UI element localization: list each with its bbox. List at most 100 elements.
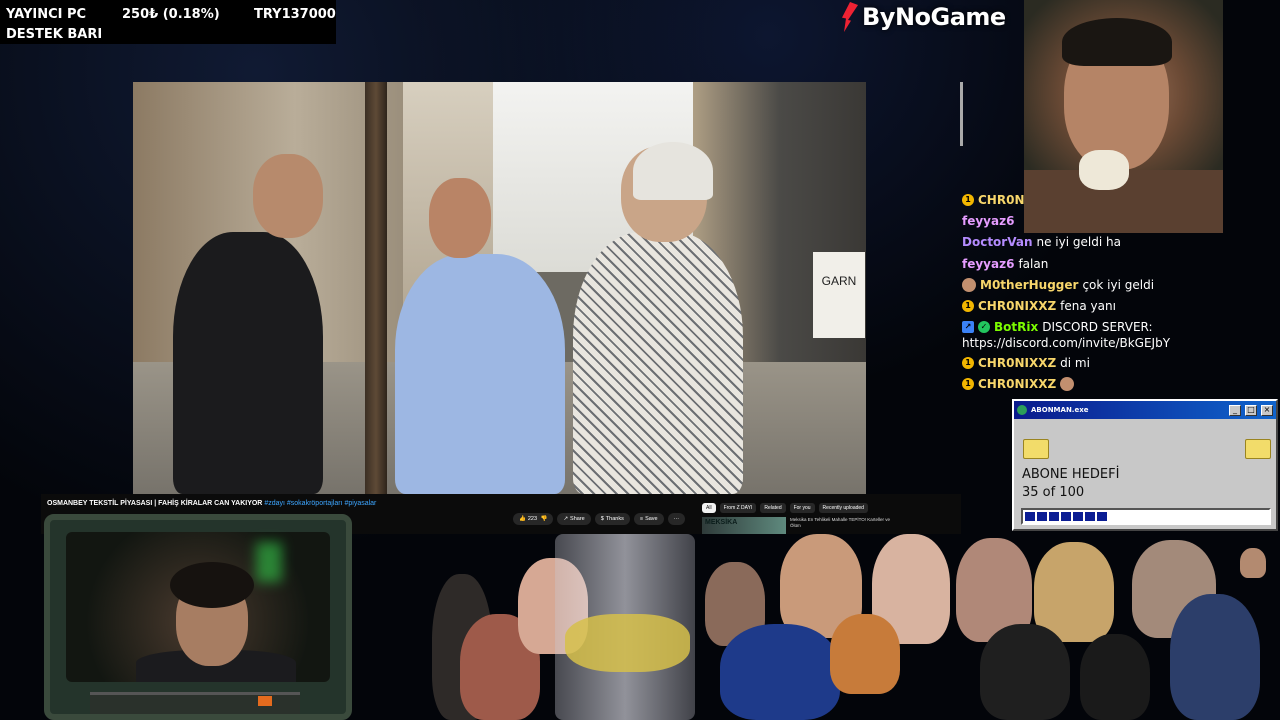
sub-badge-icon: 1 <box>962 194 974 206</box>
emote-icon <box>1060 377 1075 391</box>
bot-badge-icon: ↗ <box>962 321 974 333</box>
close-button[interactable]: × <box>1261 404 1273 416</box>
recommended-video[interactable]: MEKSİKA Meksika En Tehlikeli Mahalle TEP… <box>702 517 952 534</box>
collage-figure <box>830 614 900 694</box>
chat-text: DISCORD SERVER: <box>1042 320 1153 334</box>
collage-gold-object <box>565 614 690 672</box>
thanks-icon: $ <box>600 516 604 522</box>
chat-text: falan <box>1018 257 1049 271</box>
video-person-1-head <box>253 154 323 238</box>
subscriber-goal-window: ABONMAN.exe _ □ × ABONE HEDEFİ 35 of 100 <box>1012 399 1278 531</box>
chat-username[interactable]: CHR0NIXXZ <box>978 377 1056 391</box>
more-button[interactable]: ··· <box>667 513 686 525</box>
video-person-2 <box>395 254 565 494</box>
webcam-feed <box>66 532 330 682</box>
recommended-thumbnail[interactable]: MEKSİKA <box>702 517 786 534</box>
donation-goal: TRY137000 <box>254 7 336 22</box>
chat-username[interactable]: CHR0NIXXZ <box>978 299 1056 313</box>
share-button[interactable]: ↗ Share <box>557 513 591 525</box>
thumbs-down-icon[interactable]: 👎 <box>539 516 548 522</box>
collage-figure <box>1240 548 1266 578</box>
sub-badge-icon: 1 <box>962 300 974 312</box>
chip-recently-uploaded[interactable]: Recently uploaded <box>818 503 868 513</box>
progress-segment <box>1025 512 1035 521</box>
chat-panel: 1 CHR0N feyyaz6 DoctorVan ne iyi geldi h… <box>958 188 1280 398</box>
save-icon: ≡ <box>639 516 644 522</box>
chat-message: M0therHugger çok iyi geldi <box>962 278 1154 292</box>
like-button[interactable]: 👍 223 👎 <box>513 513 554 525</box>
like-count: 223 <box>527 516 538 522</box>
lightning-icon <box>842 2 858 32</box>
progress-segment <box>1049 512 1059 521</box>
logo-text: ByNoGame <box>862 3 1006 31</box>
recommended-title[interactable]: Meksika En Tehlikeli Mahalle TEPİTO! Kar… <box>790 517 900 534</box>
share-icon: ↗ <box>563 516 569 522</box>
maximize-button[interactable]: □ <box>1245 404 1257 416</box>
chip-for-you[interactable]: For you <box>789 503 815 513</box>
webcam-light <box>256 542 282 582</box>
goal-progress-bar <box>1021 508 1271 525</box>
chat-username[interactable]: M0therHugger <box>980 278 1078 292</box>
chat-message: 1 CHR0NIXXZ <box>962 377 1075 391</box>
webcam-led <box>258 696 272 706</box>
thanks-label: Thanks <box>605 516 624 522</box>
window-titlebar[interactable]: ABONMAN.exe _ □ × <box>1014 401 1276 419</box>
donation-label: YAYINCI PC <box>6 7 87 22</box>
chat-message: 1 CHR0N <box>962 193 1024 207</box>
sponsor-logo: ByNoGame <box>838 2 1006 32</box>
share-label: Share <box>570 516 585 522</box>
avatar-badge-icon <box>962 278 976 292</box>
goal-label: ABONE HEDEFİ <box>1022 467 1120 482</box>
donation-bar: YAYINCI PC 250₺ (0.18%) TRY137000 DESTEK… <box>0 0 336 44</box>
chip-from-channel[interactable]: From Z DAYI <box>719 503 757 513</box>
video-person-3-cap <box>633 142 713 200</box>
progress-segment <box>1097 512 1107 521</box>
guest-hair <box>1062 18 1172 66</box>
streamer-hair <box>170 562 254 608</box>
video-actions: 👍 223 👎 ↗ Share $ Thanks ≡ Save ··· <box>513 513 686 525</box>
save-button[interactable]: ≡ Save <box>633 513 664 525</box>
chip-all[interactable]: All <box>702 503 716 513</box>
verified-icon: ✓ <box>978 321 990 333</box>
window-title: ABONMAN.exe <box>1031 406 1089 414</box>
chat-message: DoctorVan ne iyi geldi ha <box>962 235 1121 249</box>
folder-icon <box>1023 439 1049 459</box>
chat-text: çok iyi geldi <box>1082 278 1155 292</box>
chat-message: 1 CHR0NIXXZ di mi <box>962 356 1090 370</box>
progress-segment <box>1073 512 1083 521</box>
collage-figure <box>980 624 1070 720</box>
chat-text: ne iyi geldi ha <box>1036 235 1121 249</box>
chat-username[interactable]: BotRix <box>994 320 1038 334</box>
donation-amount: 250₺ (0.18%) <box>122 7 220 22</box>
chat-username[interactable]: CHR0N <box>978 193 1024 207</box>
chat-username[interactable]: feyyaz6 <box>962 257 1014 271</box>
video-player[interactable]: GARN <box>133 82 866 494</box>
goal-progress-fill <box>1025 512 1267 521</box>
meme-collage <box>420 534 1280 720</box>
collage-figure <box>1170 594 1260 720</box>
chat-scrollbar[interactable] <box>960 82 963 146</box>
chat-message: 1 CHR0NIXXZ fena yanı <box>962 299 1116 313</box>
chat-username[interactable]: DoctorVan <box>962 235 1033 249</box>
video-person-2-head <box>429 178 491 258</box>
minimize-button[interactable]: _ <box>1229 404 1241 416</box>
video-hashtags[interactable]: #zdayı #sokakröportajları #piyasalar <box>264 500 376 507</box>
streamer-webcam <box>44 514 352 720</box>
chat-message: feyyaz6 <box>962 214 1014 228</box>
chat-username[interactable]: CHR0NIXXZ <box>978 356 1056 370</box>
chat-link[interactable]: https://discord.com/invite/BkGEJbY <box>962 336 1170 350</box>
sub-badge-icon: 1 <box>962 378 974 390</box>
video-title-text: OSMANBEY TEKSTİL PİYASASI | FAHİŞ KİRALA… <box>47 500 263 507</box>
progress-segment <box>1085 512 1095 521</box>
chat-message: ↗ ✓ BotRix DISCORD SERVER: <box>962 320 1153 334</box>
thanks-button[interactable]: $ Thanks <box>594 513 630 525</box>
video-street-sign: GARN <box>813 252 865 338</box>
video-person-1 <box>173 232 323 494</box>
recommendation-chips: All From Z DAYI Related For you Recently… <box>702 503 868 513</box>
sub-badge-icon: 1 <box>962 357 974 369</box>
collage-figure <box>1080 634 1150 720</box>
chat-username[interactable]: feyyaz6 <box>962 214 1014 228</box>
chat-text: di mi <box>1060 356 1090 370</box>
save-label: Save <box>645 516 658 522</box>
chip-related[interactable]: Related <box>760 503 786 513</box>
